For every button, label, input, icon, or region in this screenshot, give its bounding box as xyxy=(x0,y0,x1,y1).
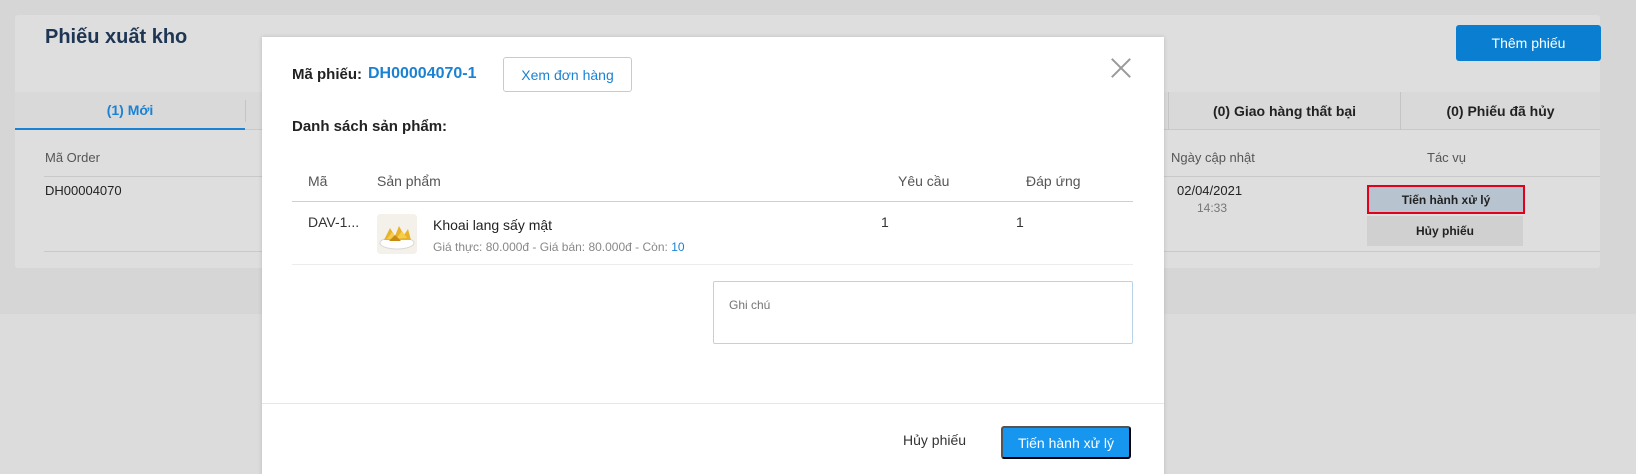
column-header-requested: Yêu cầu xyxy=(898,173,950,189)
product-price-text: Giá thực: 80.000đ - Giá bán: 80.000đ - C… xyxy=(433,240,672,254)
column-header-actions: Tác vụ xyxy=(1427,150,1467,165)
order-code: DH00004070 xyxy=(45,183,122,198)
column-header-product: Sản phẩm xyxy=(377,173,441,189)
tab-delivery-failed[interactable]: (0) Giao hàng thất bại xyxy=(1168,92,1400,130)
note-input[interactable] xyxy=(713,281,1133,344)
column-header-code: Mã xyxy=(308,173,328,189)
updated-time: 14:33 xyxy=(1197,201,1228,215)
add-slip-button[interactable]: Thêm phiếu xyxy=(1456,25,1601,61)
updated-date: 02/04/2021 xyxy=(1177,183,1243,198)
view-order-button[interactable]: Xem đơn hàng xyxy=(503,57,632,92)
process-button[interactable]: Tiến hành xử lý xyxy=(1001,426,1131,459)
fulfilled-quantity[interactable]: 1 xyxy=(1016,214,1024,230)
cancel-slip-button[interactable]: Hủy phiếu xyxy=(903,432,966,448)
product-stock: 10 xyxy=(671,240,685,254)
product-thumbnail xyxy=(377,214,417,254)
product-code: DAV-1... xyxy=(308,214,360,230)
product-table-header-divider xyxy=(292,201,1133,202)
row-cancel-button[interactable]: Hủy phiếu xyxy=(1367,216,1523,246)
modal-footer-divider xyxy=(262,403,1164,404)
product-name: Khoai lang sấy mật xyxy=(433,217,553,233)
tab-divider xyxy=(245,100,246,122)
product-list-title: Danh sách sản phẩm: xyxy=(292,118,448,135)
column-header-fulfilled: Đáp ứng xyxy=(1026,173,1081,189)
slip-code-value: DH00004070-1 xyxy=(368,65,477,82)
row-process-button[interactable]: Tiến hành xử lý xyxy=(1367,185,1525,214)
slip-code-label: Mã phiếu: xyxy=(292,66,362,83)
close-icon[interactable] xyxy=(1106,53,1136,83)
requested-quantity: 1 xyxy=(881,214,889,230)
product-row-divider xyxy=(292,264,1133,265)
product-price-info: Giá thực: 80.000đ - Giá bán: 80.000đ - C… xyxy=(433,240,685,254)
tab-new[interactable]: (1) Mới xyxy=(15,92,245,130)
column-header-order-code: Mã Order xyxy=(45,150,100,165)
tab-cancelled[interactable]: (0) Phiếu đã hủy xyxy=(1400,92,1600,130)
page-title: Phiếu xuất kho xyxy=(45,26,188,48)
column-header-updated-date: Ngày cập nhật xyxy=(1171,150,1255,165)
export-slip-modal: Mã phiếu: DH00004070-1 Xem đơn hàng Danh… xyxy=(262,37,1164,474)
